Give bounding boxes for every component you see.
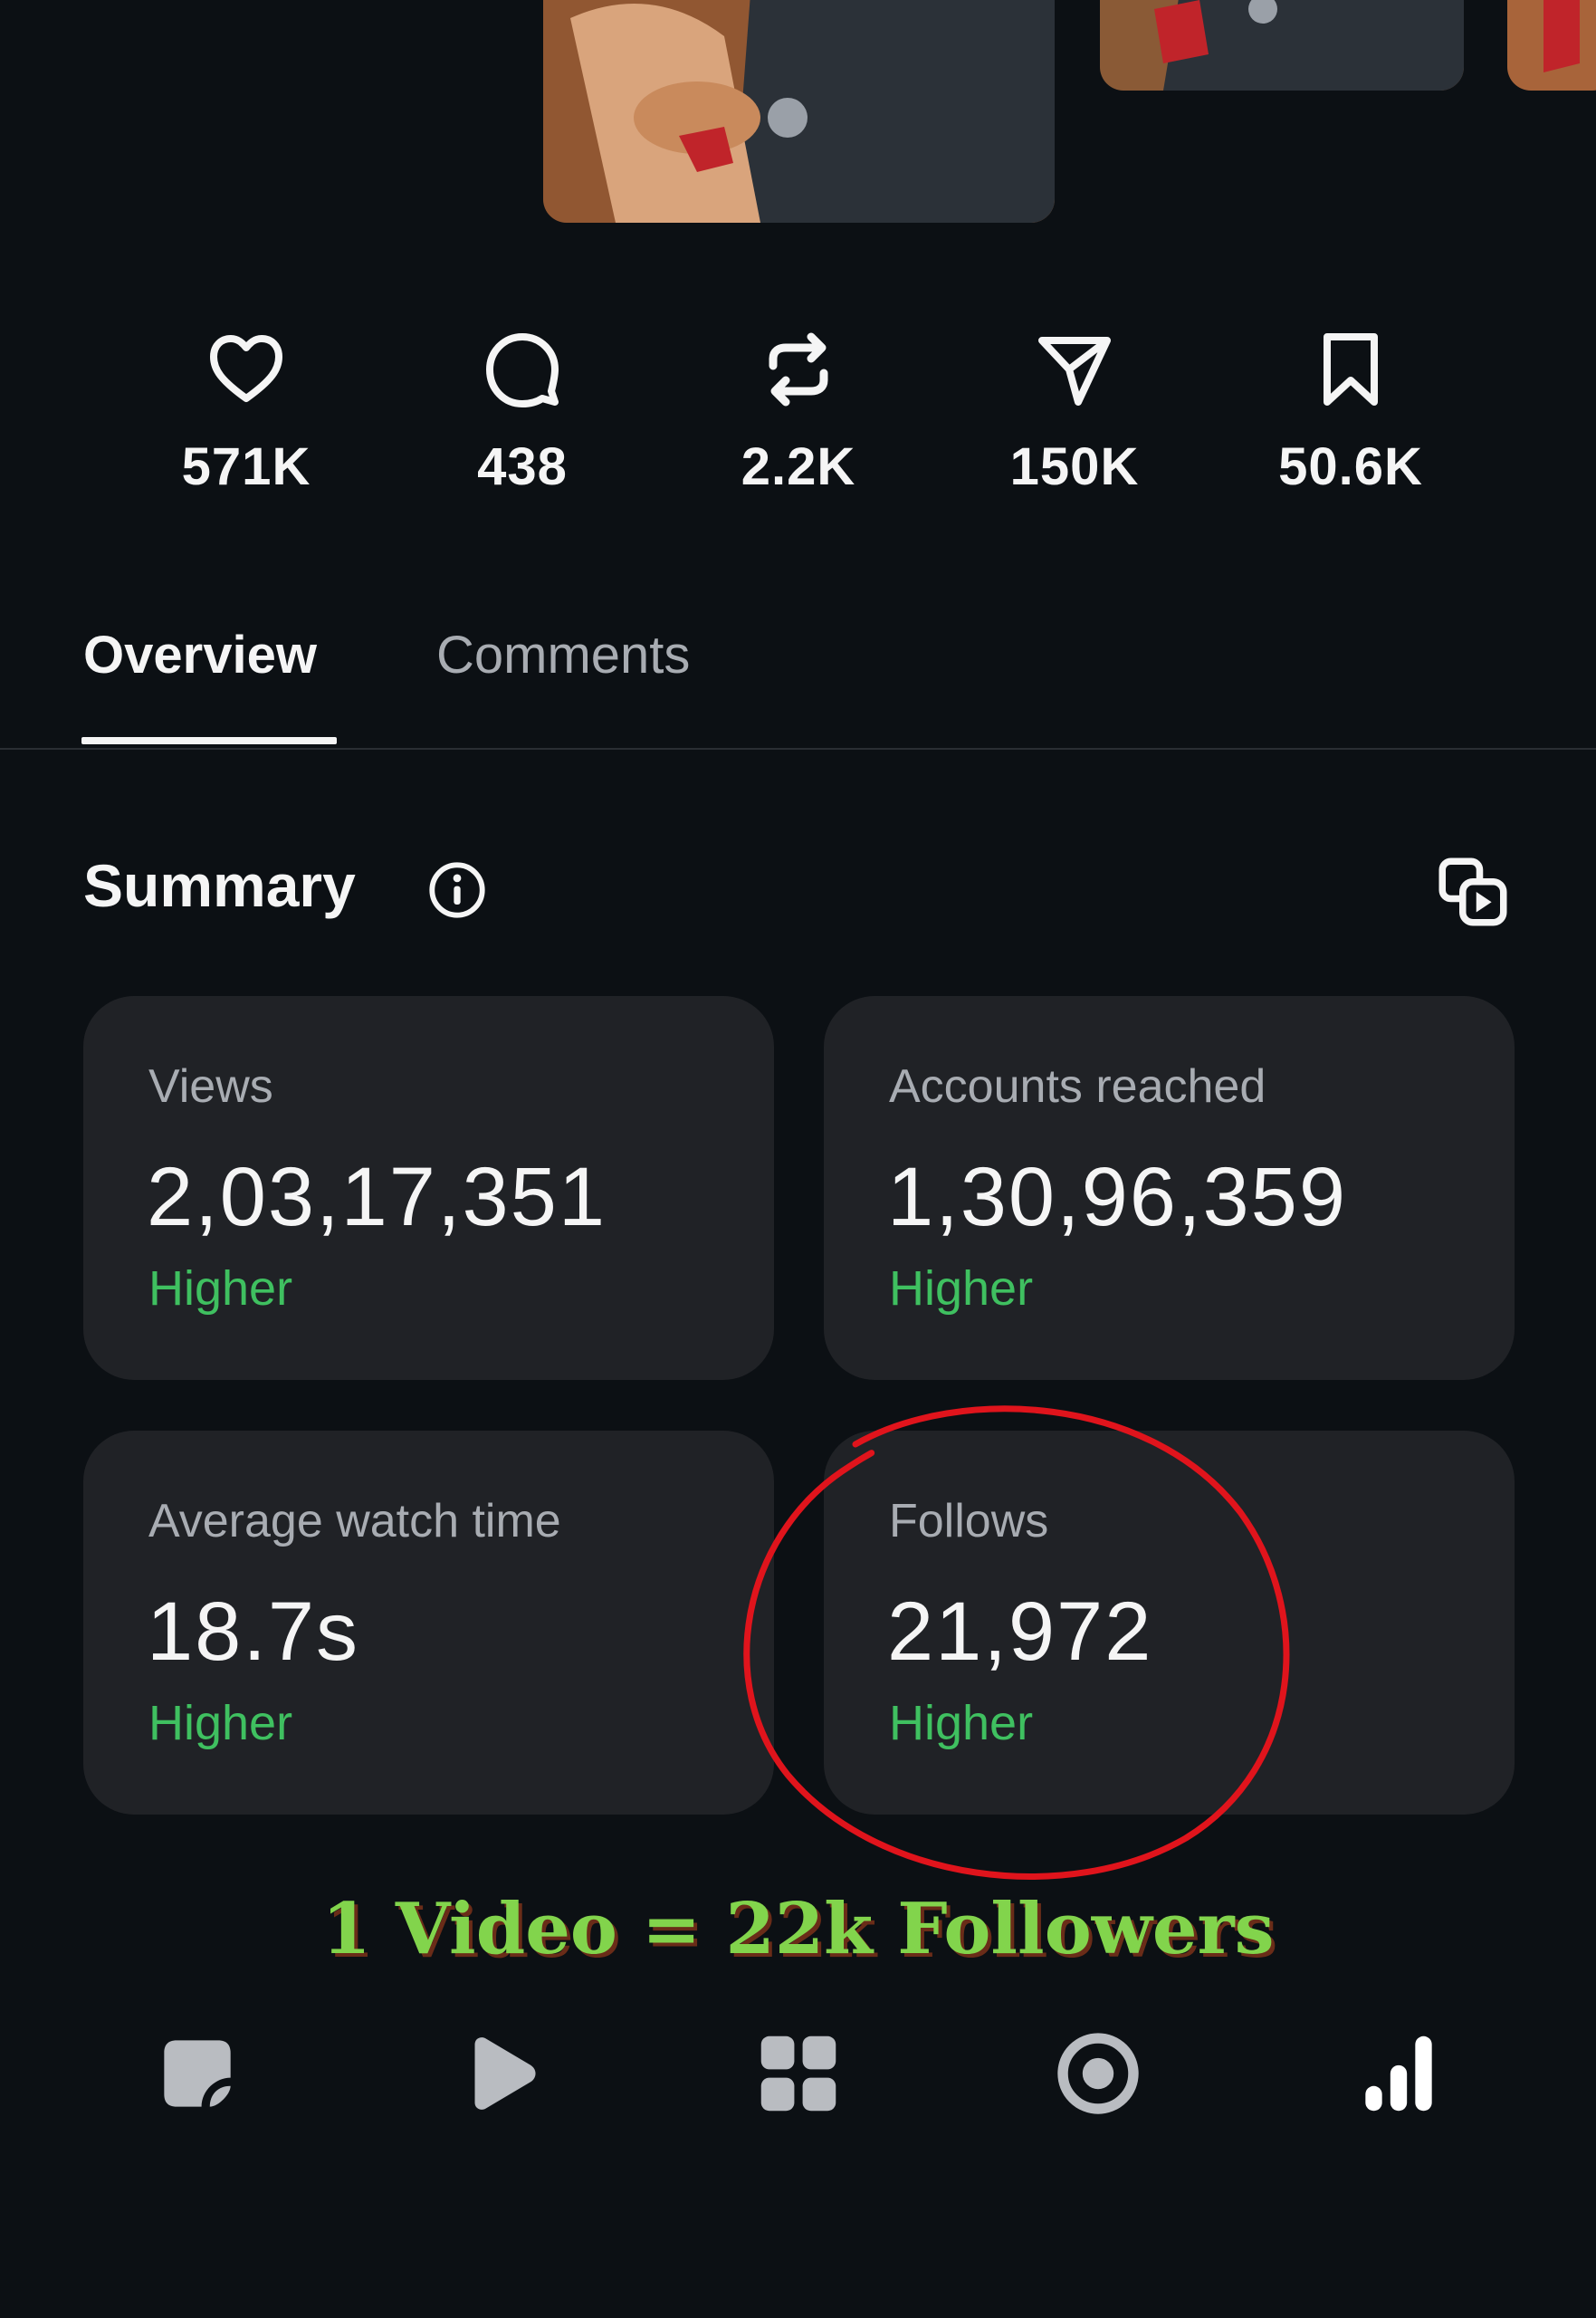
follows-label: Follows: [889, 1495, 1049, 1547]
tab-overview[interactable]: Overview: [83, 625, 317, 685]
accounts-reached-value: 1,30,96,359: [887, 1151, 1348, 1243]
shares-count: 150K: [1009, 437, 1140, 496]
summary-header: Summary: [83, 851, 1514, 933]
engagement-stats: 571K 438 2.2K 150K 50.6K: [0, 326, 1596, 507]
grid-icon[interactable]: [749, 2024, 848, 2123]
video-thumbnail-2[interactable]: [1100, 0, 1464, 91]
comment-bubble-icon: [479, 326, 566, 413]
send-icon: [1031, 326, 1118, 413]
insights-page: 571K 438 2.2K 150K 50.6K Overview Commen…: [0, 0, 1596, 2318]
avg-watch-time-trend: Higher: [148, 1696, 293, 1750]
accounts-reached-label: Accounts reached: [889, 1060, 1266, 1113]
views-label: Views: [148, 1060, 273, 1113]
play-icon[interactable]: [450, 2024, 550, 2123]
comments-count: 438: [477, 437, 568, 496]
reposts-count: 2.2K: [741, 437, 856, 496]
info-icon[interactable]: [425, 858, 489, 922]
heart-icon: [203, 326, 290, 413]
saves-count: 50.6K: [1278, 437, 1423, 496]
bottom-nav: [0, 2024, 1596, 2132]
video-thumbnail-3[interactable]: [1507, 0, 1596, 91]
views-card[interactable]: Views 2,03,17,351 Higher: [83, 996, 774, 1380]
follows-value: 21,972: [887, 1585, 1153, 1678]
follows-trend: Higher: [889, 1696, 1034, 1750]
views-trend: Higher: [148, 1261, 293, 1316]
accounts-reached-card[interactable]: Accounts reached 1,30,96,359 Higher: [824, 996, 1515, 1380]
active-tab-indicator: [81, 737, 337, 744]
summary-title: Summary: [83, 852, 356, 919]
video-thumbnail-main[interactable]: [543, 0, 1055, 223]
promo-caption: 1 Video = 22k Followers: [321, 1888, 1275, 1970]
views-value: 2,03,17,351: [147, 1151, 607, 1243]
reposts-stat: 2.2K: [699, 326, 898, 497]
record-icon[interactable]: [1048, 2024, 1148, 2123]
insights-bars-icon[interactable]: [1349, 2024, 1448, 2123]
avg-watch-time-card[interactable]: Average watch time 18.7s Higher: [83, 1431, 774, 1815]
follows-card[interactable]: Follows 21,972 Higher: [824, 1431, 1515, 1815]
likes-count: 571K: [181, 437, 311, 496]
saves-stat: 50.6K: [1251, 326, 1450, 497]
likes-stat: 571K: [147, 326, 346, 497]
copy-media-icon[interactable]: [1432, 851, 1514, 933]
comments-stat: 438: [423, 326, 622, 497]
avg-watch-time-label: Average watch time: [148, 1495, 561, 1547]
insights-tabs: Overview Comments: [0, 625, 1596, 750]
avg-watch-time-value: 18.7s: [147, 1585, 360, 1678]
accounts-reached-trend: Higher: [889, 1261, 1034, 1316]
shares-stat: 150K: [975, 326, 1174, 497]
notes-icon[interactable]: [148, 2024, 247, 2123]
repost-icon: [755, 326, 842, 413]
bookmark-icon: [1307, 326, 1394, 413]
tab-comments[interactable]: Comments: [436, 625, 690, 685]
